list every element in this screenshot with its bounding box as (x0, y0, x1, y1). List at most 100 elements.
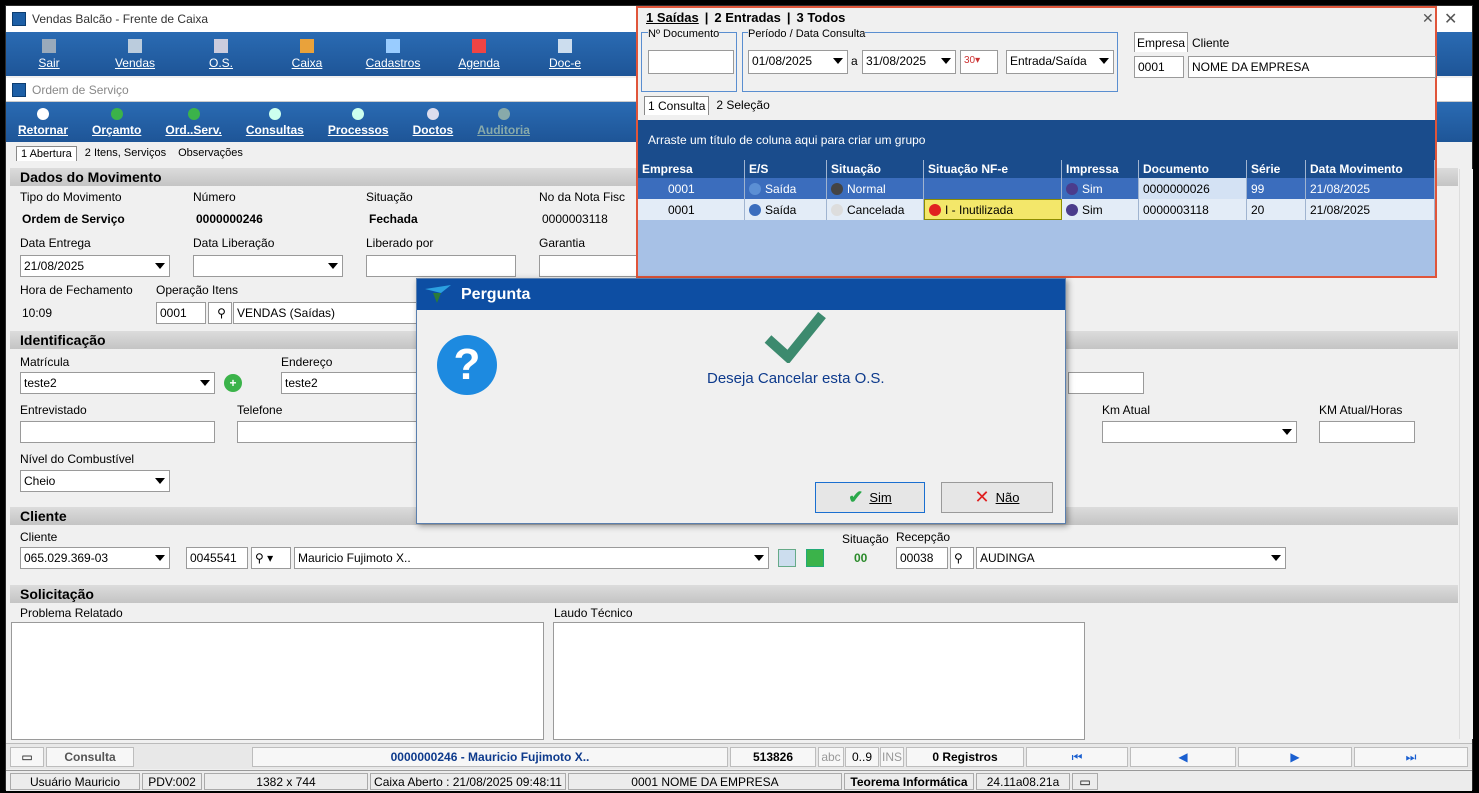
last-record-icon[interactable]: ⏭ (1354, 747, 1468, 767)
calendar-icon (472, 38, 486, 53)
chevron-down-icon (1282, 429, 1292, 435)
cpf-field[interactable]: 065.029.369-03 (20, 547, 170, 569)
chevron-down-icon (1099, 58, 1109, 64)
col-impressa[interactable]: Impressa (1062, 160, 1139, 178)
bottom-bar: Usuário Mauricio PDV:002 1382 x 744 Caix… (6, 770, 1472, 791)
calendar-icon[interactable]: 30▾ (960, 50, 998, 74)
date-to-field[interactable]: 31/08/2025 (862, 50, 956, 74)
tipo-select[interactable]: Entrada/Saída (1006, 50, 1114, 74)
no-button[interactable]: ✕ Não (941, 482, 1053, 513)
sair-button[interactable]: Sair (6, 32, 92, 76)
problema-textarea[interactable] (11, 622, 544, 740)
data-entrega-label: Data Entrega (20, 236, 91, 250)
garantia-label: Garantia (539, 236, 586, 250)
ordserv-button[interactable]: Ord..Serv. (153, 102, 233, 142)
auditoria-button[interactable]: Auditoria (465, 102, 542, 142)
tab-todos[interactable]: 3 Todos (797, 10, 846, 25)
cadastros-button[interactable]: Cadastros (350, 32, 436, 76)
processos-button[interactable]: Processos (316, 102, 401, 142)
date-from-field[interactable]: 01/08/2025 (748, 50, 848, 74)
data-liberacao-field[interactable] (193, 255, 343, 277)
cart-icon (128, 38, 142, 53)
col-data[interactable]: Data Movimento (1306, 160, 1435, 178)
doce-button[interactable]: Doc-e (522, 32, 608, 76)
yes-button[interactable]: ✔ Sim (815, 482, 925, 513)
tab-consulta[interactable]: 1 Consulta (644, 96, 710, 115)
caixa-button[interactable]: Caixa (264, 32, 350, 76)
cliente-label: Cliente (20, 530, 58, 544)
data-entrega-field[interactable]: 21/08/2025 (20, 255, 170, 277)
agenda-button[interactable]: Agenda (436, 32, 522, 76)
ndoc-field[interactable] (648, 50, 734, 74)
prev-record-icon[interactable]: ◀ (1130, 747, 1236, 767)
no-label: Não (995, 490, 1020, 505)
col-serie[interactable]: Série (1247, 160, 1306, 178)
cliente-situacao-value: 00 (854, 551, 868, 565)
section-solicitacao: Solicitação (10, 585, 1458, 603)
tab-itens[interactable]: 2 Itens, Serviços (81, 146, 170, 161)
first-record-icon[interactable]: ⏮ (1026, 747, 1128, 767)
row-situacao: Normal (847, 181, 886, 196)
col-documento[interactable]: Documento (1139, 160, 1247, 178)
search-icon[interactable]: ⚲ ▾ (251, 547, 291, 569)
next-record-icon[interactable]: ▶ (1238, 747, 1352, 767)
vendas-button[interactable]: Vendas (92, 32, 178, 76)
col-empresa[interactable]: Empresa (638, 160, 745, 178)
matricula-value: teste2 (24, 376, 57, 390)
search-icon[interactable]: ⚲ (950, 547, 974, 569)
retornar-button[interactable]: Retornar (6, 102, 80, 142)
operacao-desc-field[interactable]: VENDAS (Saídas) (233, 302, 423, 324)
panel-tabs: 1 Saídas | 2 Entradas | 3 Todos (646, 10, 846, 25)
add-icon[interactable]: + (224, 374, 242, 392)
entrevistado-field[interactable] (20, 421, 215, 443)
table-row[interactable]: 0001 Saída Normal Sim 0000000026 99 21/0… (638, 178, 1435, 199)
telefone-field[interactable] (237, 421, 421, 443)
combustivel-field[interactable]: Cheio (20, 470, 170, 492)
endereco-field[interactable]: teste2 (281, 372, 421, 394)
os-button[interactable]: O.S. (178, 32, 264, 76)
money-icon[interactable] (806, 549, 824, 567)
matricula-field[interactable]: teste2 (20, 372, 215, 394)
edit-icon[interactable] (778, 549, 796, 567)
empresa-nome-field[interactable]: NOME DA EMPRESA (1188, 56, 1436, 78)
col-es[interactable]: E/S (745, 160, 827, 178)
row-empresa: 0001 (638, 178, 745, 199)
codigo-field[interactable]: 0045541 (186, 547, 248, 569)
status-icon (831, 182, 843, 195)
col-situacao[interactable]: Situação (827, 160, 924, 178)
operacao-code-field[interactable]: 0001 (156, 302, 206, 324)
km-horas-field[interactable] (1319, 421, 1415, 443)
recepcao-nome-field[interactable]: AUDINGA (976, 547, 1286, 569)
doctos-button[interactable]: Doctos (401, 102, 466, 142)
situacao-label: Situação (366, 190, 413, 204)
tab-empresa[interactable]: Empresa (1134, 32, 1188, 52)
close-icon[interactable]: ✕ (1444, 9, 1457, 29)
nota-value: 0000003118 (542, 212, 608, 226)
tab-saidas[interactable]: 1 Saídas (646, 10, 699, 25)
chevron-down-icon (1271, 555, 1281, 561)
consultas-button[interactable]: Consultas (234, 102, 316, 142)
col-situacao-nfe[interactable]: Situação NF-e (924, 160, 1062, 178)
empresa-code-field[interactable]: 0001 (1134, 56, 1184, 78)
extra-field[interactable] (1068, 372, 1144, 394)
tab-observacoes[interactable]: Observações (174, 146, 247, 161)
recepcao-code-field[interactable]: 00038 (896, 547, 948, 569)
tab-cliente[interactable]: Cliente (1192, 34, 1229, 52)
km-field[interactable] (1102, 421, 1297, 443)
tab-selecao[interactable]: 2 Seleção (713, 96, 772, 115)
search-icon[interactable]: ⚲ (208, 302, 232, 324)
orcamento-button[interactable]: Orçamto (80, 102, 153, 142)
liberado-field[interactable] (366, 255, 516, 277)
combustivel-value: Cheio (24, 474, 56, 488)
checkmark-icon (762, 309, 828, 366)
garantia-field[interactable] (539, 255, 639, 277)
close-icon[interactable]: ✕ (1422, 10, 1434, 27)
cliente-nome-field[interactable]: Mauricio Fujimoto X.. (294, 547, 769, 569)
laudo-textarea[interactable] (553, 622, 1085, 740)
row-impressa: Sim (1082, 181, 1103, 196)
table-row[interactable]: 0001 Saída Cancelada I - Inutilizada Sim… (638, 199, 1435, 220)
app-icon (12, 12, 26, 26)
scrollbar[interactable] (1459, 169, 1473, 739)
tab-entradas[interactable]: 2 Entradas (714, 10, 780, 25)
tab-abertura[interactable]: 1 Abertura (16, 146, 77, 161)
